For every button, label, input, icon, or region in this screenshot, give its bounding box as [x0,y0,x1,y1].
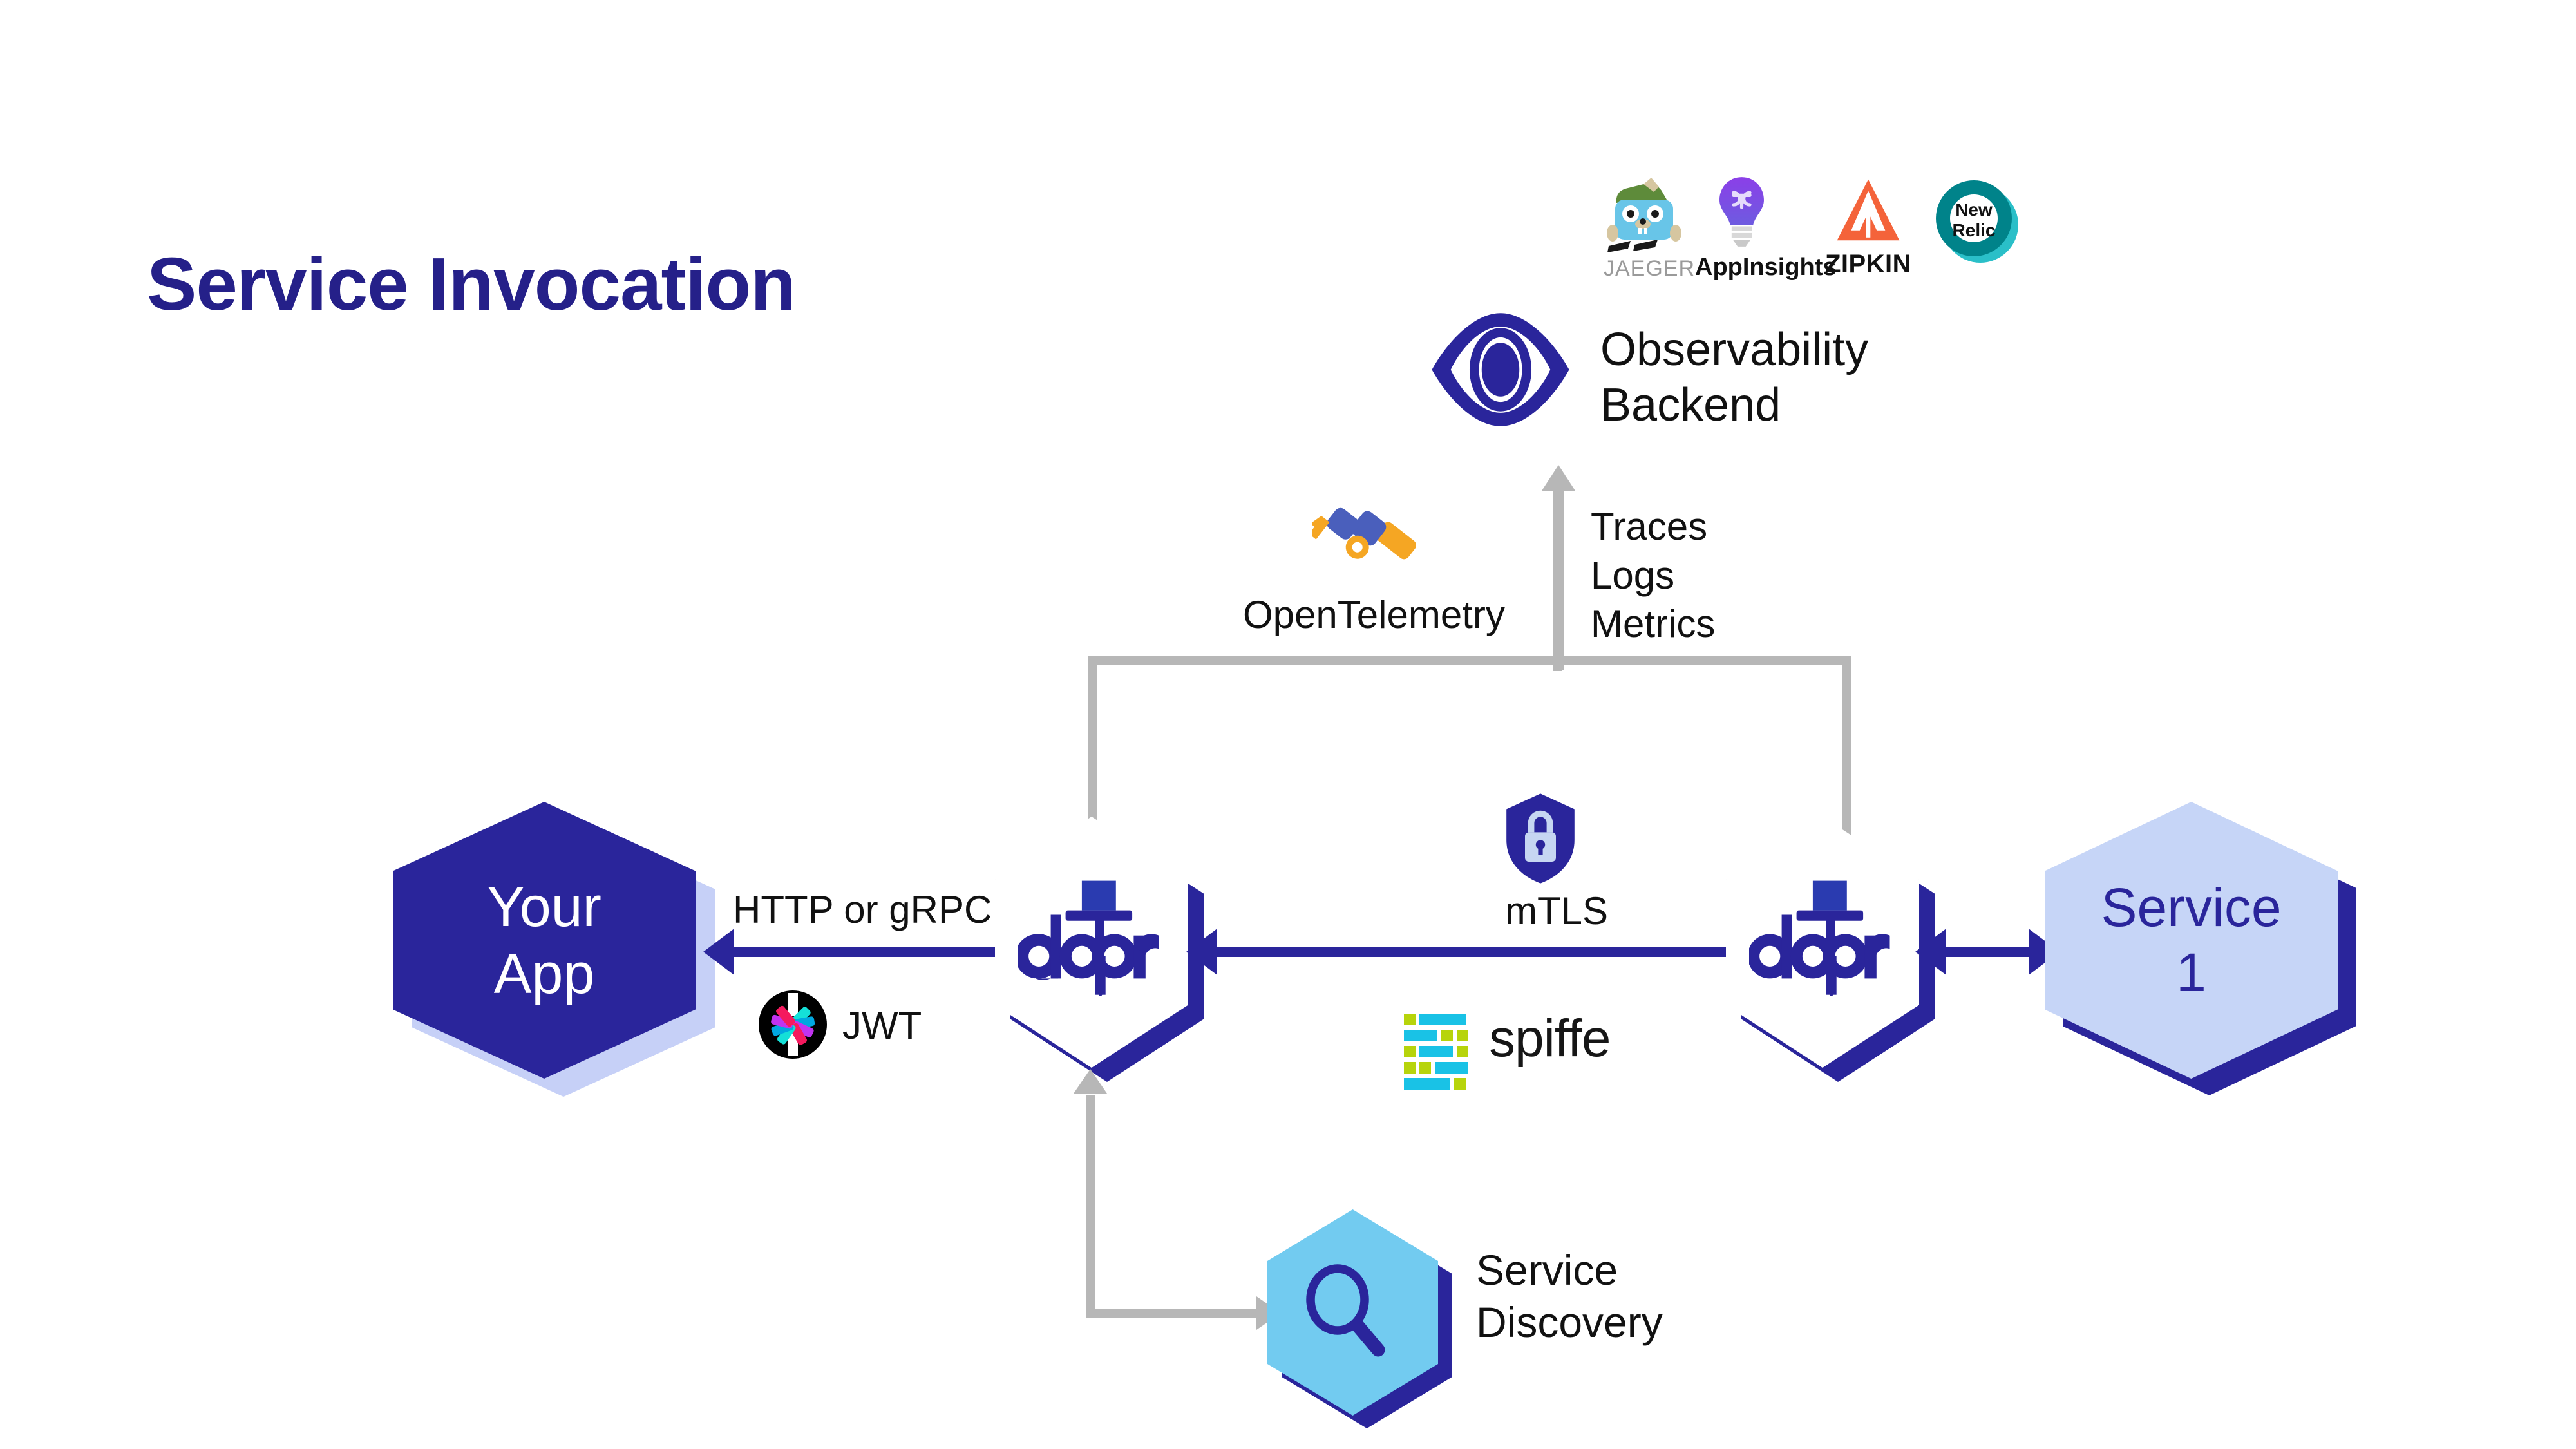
eye-icon [1432,313,1569,426]
spiffe-icon [1404,1014,1468,1094]
opentelemetry-icon [1312,507,1416,560]
vendor-label-zipkin: ZIPKIN [1824,250,1912,278]
telemetry-arrow-shaft [1553,489,1564,670]
zipkin-triangle-icon [1837,179,1900,241]
discovery-path-run [1086,1309,1256,1318]
discovery-path-arrow-up [1074,1069,1107,1094]
telemetry-bus-riser [1553,656,1562,671]
telemetry-arrow-head [1542,465,1575,491]
page-title: Service Invocation [147,242,796,326]
your-app-node[interactable]: Your App [393,802,715,1097]
observability-backend-node[interactable]: Observability Backend [1426,309,2058,451]
vendor-newrelic[interactable]: New Relic [1933,179,2030,282]
vendor-zipkin[interactable]: ZIPKIN [1825,174,1911,287]
app-dapr-arrow-head-left [703,929,734,975]
spiffe-label: spiffe [1489,1009,1611,1068]
observability-backend-label: Observability Backend [1600,324,1869,431]
vendor-label-newrelic: New Relic [1952,200,1996,241]
dapr-service-arrow-head-left [1915,929,1946,975]
telemetry-bus-top [1088,656,1852,665]
jwt-label: JWT [842,1004,922,1047]
opentelemetry-group[interactable]: OpenTelemetry [1243,489,1526,644]
your-app-label: Your App [487,875,601,1005]
service-discovery-node[interactable] [1267,1209,1452,1428]
service-discovery-label: Service Discovery [1476,1246,1663,1346]
mtls-shield-icon [1506,793,1575,884]
opentelemetry-label: OpenTelemetry [1243,593,1505,636]
jaeger-gopher-icon [1607,178,1681,252]
dapr-service-arrow-shaft [1945,947,2029,957]
dapr-dapr-arrow-head-left [1186,929,1217,975]
telemetry-signals-label: Traces Logs Metrics [1591,505,1716,646]
app-dapr-arrow-shaft [734,947,995,957]
lightbulb-icon [1719,177,1764,247]
mtls-label: mTLS [1504,889,1609,933]
magnifier-icon [1306,1264,1385,1357]
mtls-group[interactable]: mTLS [1481,792,1674,947]
dapr-sidecar-left[interactable] [995,817,1204,1082]
dapr-dapr-arrow-shaft [1217,947,1726,957]
service-one-label: Service 1 [2101,877,2282,1003]
observability-vendor-row: JAEGER AppInsights ZIPKIN New Relic [1604,174,2054,290]
vendor-label-appinsights: AppInsights [1695,254,1837,281]
http-grpc-label: HTTP or gRPC [733,888,992,931]
jwt-icon [759,990,827,1059]
discovery-path-riser [1086,1095,1095,1317]
vendor-appinsights[interactable]: AppInsights [1695,175,1837,288]
service-one-node[interactable]: Service 1 [2045,802,2356,1095]
dapr-logo-icon [1018,880,1159,996]
vendor-jaeger[interactable]: JAEGER [1604,174,1696,287]
spiffe-group[interactable]: spiffe [1404,1009,1674,1095]
vendor-label-jaeger: JAEGER [1604,256,1696,281]
diagram-canvas: Service Invocation JAEGER AppInsights ZI… [0,0,2576,1449]
dapr-logo-icon [1749,880,1890,996]
jwt-group[interactable]: JWT [759,990,971,1068]
dapr-sidecar-right[interactable] [1726,817,1935,1082]
